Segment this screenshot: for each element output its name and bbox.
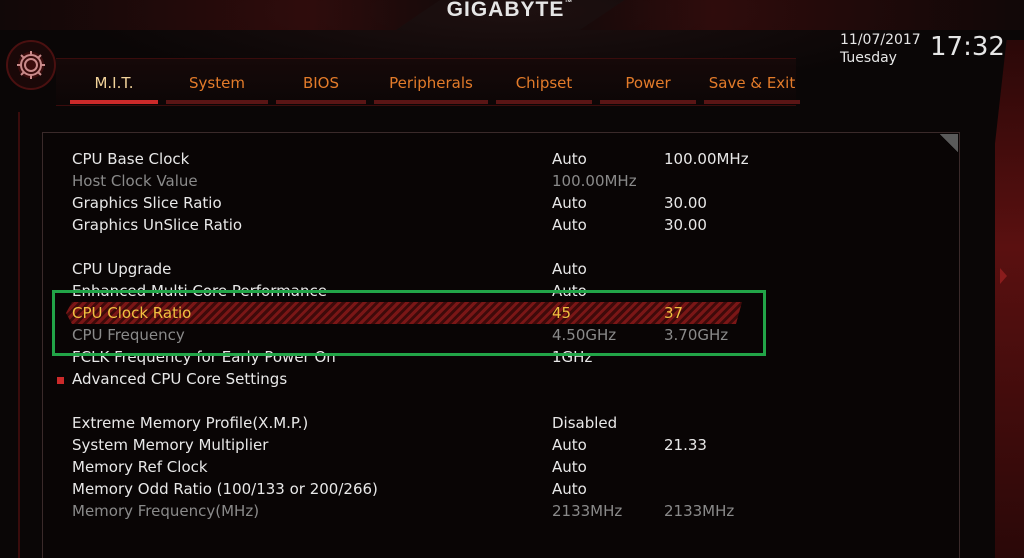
setting-value[interactable]: Auto — [552, 194, 587, 212]
setting-label: System Memory Multiplier — [72, 436, 269, 454]
setting-label: Memory Odd Ratio (100/133 or 200/266) — [72, 480, 378, 498]
setting-current: 30.00 — [664, 194, 707, 212]
setting-row: Memory Frequency(MHz) 2133MHz 2133MHz — [72, 502, 772, 524]
settings-list: CPU Base Clock Auto 100.00MHz Host Clock… — [0, 0, 1024, 558]
setting-row[interactable]: Extreme Memory Profile(X.M.P.) Disabled — [72, 414, 772, 436]
setting-row[interactable]: Memory Odd Ratio (100/133 or 200/266) Au… — [72, 480, 772, 502]
setting-value[interactable]: Disabled — [552, 414, 617, 432]
setting-label: Graphics UnSlice Ratio — [72, 216, 243, 234]
annotation-highlight-box — [52, 290, 766, 356]
setting-label: Advanced CPU Core Settings — [72, 370, 288, 388]
setting-label: Extreme Memory Profile(X.M.P.) — [72, 414, 309, 432]
setting-label: Memory Frequency(MHz) — [72, 502, 260, 520]
setting-value: 2133MHz — [552, 502, 623, 520]
setting-value[interactable]: Auto — [552, 480, 587, 498]
setting-label: CPU Base Clock — [72, 150, 190, 168]
setting-current: 2133MHz — [664, 502, 735, 520]
setting-current: 30.00 — [664, 216, 707, 234]
setting-row[interactable]: Memory Ref Clock Auto — [72, 458, 772, 480]
setting-row[interactable]: Graphics UnSlice Ratio Auto 30.00 — [72, 216, 772, 238]
setting-row[interactable]: CPU Base Clock Auto 100.00MHz — [72, 150, 772, 172]
setting-row: Host Clock Value 100.00MHz — [72, 172, 772, 194]
setting-label: Graphics Slice Ratio — [72, 194, 222, 212]
setting-row[interactable]: Graphics Slice Ratio Auto 30.00 — [72, 194, 772, 216]
setting-row[interactable]: System Memory Multiplier Auto 21.33 — [72, 436, 772, 458]
setting-value[interactable]: Auto — [552, 216, 587, 234]
setting-value[interactable]: Auto — [552, 436, 587, 454]
setting-label: CPU Upgrade — [72, 260, 172, 278]
setting-value[interactable]: Auto — [552, 150, 587, 168]
setting-row[interactable]: CPU Upgrade Auto — [72, 260, 772, 282]
setting-label: Memory Ref Clock — [72, 458, 208, 476]
setting-value: 100.00MHz — [552, 172, 637, 190]
setting-current: 100.00MHz — [664, 150, 749, 168]
setting-label: Host Clock Value — [72, 172, 198, 190]
setting-value[interactable]: Auto — [552, 260, 587, 278]
setting-value[interactable]: Auto — [552, 458, 587, 476]
setting-current: 21.33 — [664, 436, 707, 454]
submenu-advanced-cpu-core[interactable]: Advanced CPU Core Settings — [72, 370, 772, 392]
